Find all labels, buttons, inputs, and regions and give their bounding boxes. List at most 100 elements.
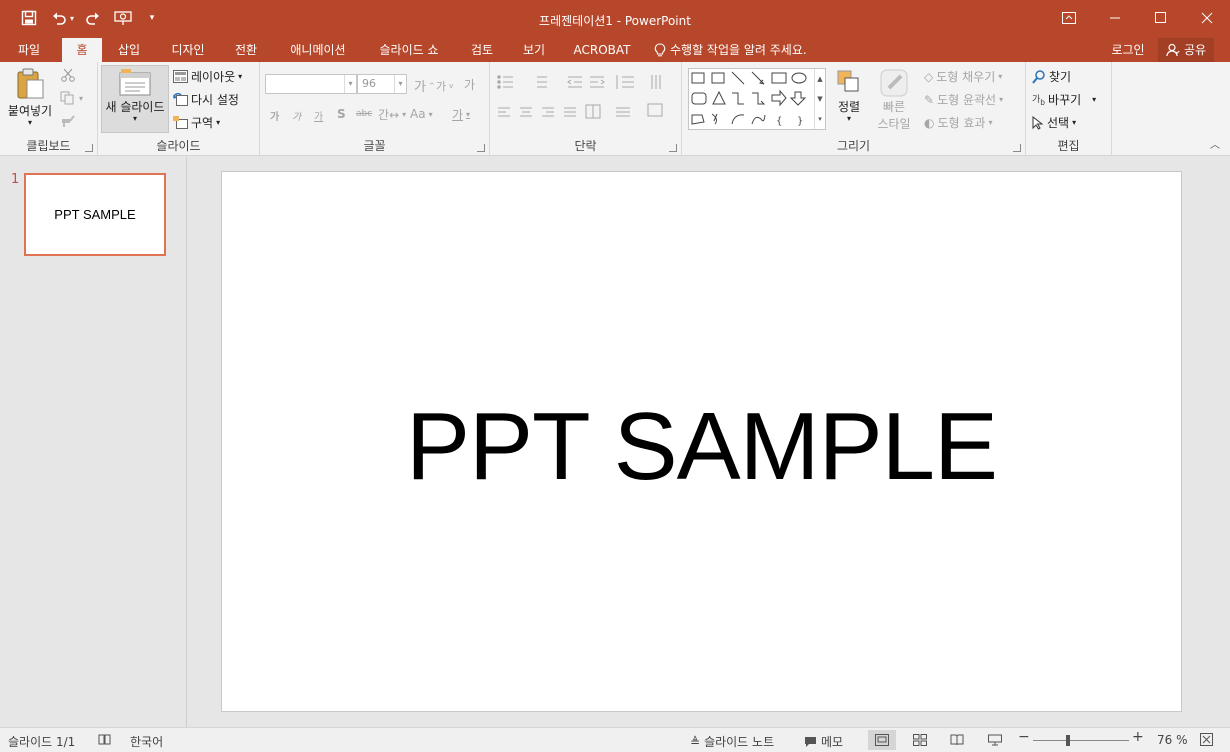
zoom-slider-thumb[interactable] xyxy=(1066,735,1071,746)
tab-home[interactable]: 홈 xyxy=(62,38,102,62)
slide-editor: PPT SAMPLE xyxy=(188,157,1230,727)
increase-font-size-button[interactable]: 가 ^ xyxy=(414,76,435,95)
ribbon-display-options-icon[interactable] xyxy=(1046,0,1092,36)
shape-outline-button[interactable]: ✎ 도형 윤곽선 ▾ xyxy=(924,91,1003,108)
font-size-dropdown-icon[interactable]: ▾ xyxy=(394,75,406,93)
zoom-in-button[interactable]: + xyxy=(1132,729,1144,745)
collapse-ribbon-icon[interactable]: ︿ xyxy=(1210,136,1220,151)
slide-title-text[interactable]: PPT SAMPLE xyxy=(406,392,998,502)
font-name-dropdown-icon[interactable]: ▾ xyxy=(344,75,356,93)
new-slide-button[interactable]: 새 슬라이드 ▾ xyxy=(101,65,169,133)
new-slide-label: 새 슬라이드 xyxy=(105,100,165,114)
layout-icon xyxy=(173,70,188,83)
spell-check-icon[interactable] xyxy=(98,733,112,746)
paragraph-group: 단락 xyxy=(490,62,682,156)
replace-button[interactable]: 가b 바꾸기 ▾ xyxy=(1032,91,1096,108)
drawing-group: { } ▲ ▼ ▾ 정렬 ▾ 빠른 스타일 ◇ 도형 채우기 ▾ ✎ 도형 윤곽선 ▾ ◐ 도… xyxy=(682,62,1026,156)
strikethrough-button[interactable]: abc xyxy=(356,109,372,119)
font-launcher-icon[interactable] xyxy=(477,144,485,152)
change-case-button[interactable]: Aa ▾ xyxy=(410,107,433,121)
tell-me-text: 수행할 작업을 알려 주세요. xyxy=(670,43,807,57)
comments-button[interactable]: 메모 xyxy=(804,733,843,750)
normal-view-icon[interactable] xyxy=(868,730,896,750)
svg-text:{: { xyxy=(776,116,782,127)
clipboard-group: 붙여넣기 ▾ ▾ 클립보드 xyxy=(0,62,98,156)
zoom-slider[interactable] xyxy=(1033,735,1129,746)
font-size-combo[interactable]: 96 ▾ xyxy=(357,74,407,94)
clipboard-launcher-icon[interactable] xyxy=(85,144,93,152)
paste-label: 붙여넣기 xyxy=(7,104,53,118)
paste-button[interactable]: 붙여넣기 ▾ xyxy=(6,66,54,127)
slide-thumbnail[interactable]: PPT SAMPLE xyxy=(24,173,166,256)
paragraph-controls-icon[interactable] xyxy=(496,74,676,132)
reading-view-icon[interactable] xyxy=(943,730,971,750)
layout-label: 레이아웃 xyxy=(191,70,236,84)
slide-sorter-view-icon[interactable] xyxy=(906,730,934,750)
reset-button[interactable]: 다시 설정 xyxy=(173,91,239,108)
slides-group-label: 슬라이드 xyxy=(156,139,201,153)
tab-insert[interactable]: 삽입 xyxy=(108,38,150,62)
notes-button[interactable]: ≜ 슬라이드 노트 xyxy=(690,733,774,750)
tab-file[interactable]: 파일 xyxy=(6,38,52,62)
slide-counter: 슬라이드 1/1 xyxy=(8,735,76,749)
notes-label: 슬라이드 노트 xyxy=(704,735,775,749)
slide-number: 1 xyxy=(11,172,20,187)
shapes-icon: { } xyxy=(691,71,807,127)
font-size-value: 96 xyxy=(362,77,376,90)
drawing-launcher-icon[interactable] xyxy=(1013,144,1021,152)
close-icon[interactable] xyxy=(1184,0,1230,36)
slide-show-view-icon[interactable] xyxy=(981,730,1009,750)
copy-icon xyxy=(60,91,74,105)
sign-in-link[interactable]: 로그인 xyxy=(1104,38,1152,62)
paragraph-launcher-icon[interactable] xyxy=(669,144,677,152)
paste-icon xyxy=(17,68,44,99)
tab-slide-show[interactable]: 슬라이드 쇼 xyxy=(368,38,450,62)
ribbon-tabs: 파일 홈 삽입 디자인 전환 애니메이션 슬라이드 쇼 검토 보기 ACROBA… xyxy=(0,38,1230,62)
language-indicator[interactable]: 한국어 xyxy=(130,733,163,750)
character-spacing-button[interactable]: 간↔ ▾ xyxy=(378,106,406,123)
tab-review[interactable]: 검토 xyxy=(462,38,502,62)
shape-fill-button[interactable]: ◇ 도형 채우기 ▾ xyxy=(924,68,1002,85)
quick-styles-label-2: 스타일 xyxy=(877,117,911,131)
drawing-group-label: 그리기 xyxy=(836,139,871,153)
quick-styles-button[interactable]: 빠른 스타일 xyxy=(870,68,918,132)
fit-to-window-icon[interactable] xyxy=(1200,733,1213,746)
copy-button[interactable]: ▾ xyxy=(60,91,83,105)
share-button[interactable]: 공유 xyxy=(1158,38,1214,62)
font-name-combo[interactable]: ▾ xyxy=(265,74,357,94)
select-button[interactable]: 선택 ▾ xyxy=(1032,114,1076,131)
section-button[interactable]: 구역 ▾ xyxy=(173,114,220,131)
italic-button[interactable]: 가 xyxy=(292,108,301,123)
decrease-font-size-button[interactable]: 가v xyxy=(436,78,453,94)
tab-animations[interactable]: 애니메이션 xyxy=(280,38,356,62)
underline-button[interactable]: 가 xyxy=(314,108,323,123)
shapes-scroll-icon[interactable]: ▲ ▼ ▾ xyxy=(814,69,825,129)
zoom-level[interactable]: 76 % xyxy=(1157,733,1188,747)
ribbon: 붙여넣기 ▾ ▾ 클립보드 새 슬라이드 ▾ 레이아웃 ▾ 다시 설정 구역 ▾… xyxy=(0,62,1230,156)
cut-button[interactable] xyxy=(60,68,76,82)
format-painter-button[interactable] xyxy=(60,114,76,128)
tab-acrobat[interactable]: ACROBAT xyxy=(566,38,638,62)
shapes-gallery[interactable]: { } ▲ ▼ ▾ xyxy=(688,68,826,130)
shape-effects-button[interactable]: ◐ 도형 효과 ▾ xyxy=(924,114,992,131)
minimize-icon[interactable] xyxy=(1092,0,1138,36)
tab-view[interactable]: 보기 xyxy=(514,38,554,62)
slides-group: 새 슬라이드 ▾ 레이아웃 ▾ 다시 설정 구역 ▾ 슬라이드 xyxy=(98,62,260,156)
zoom-out-button[interactable]: − xyxy=(1018,729,1030,745)
layout-button[interactable]: 레이아웃 ▾ xyxy=(173,68,242,85)
tab-transitions[interactable]: 전환 xyxy=(226,38,266,62)
shadow-button[interactable]: S xyxy=(337,107,346,121)
slide-canvas[interactable]: PPT SAMPLE xyxy=(221,171,1182,712)
font-color-button[interactable]: 가 ▾ xyxy=(452,106,470,123)
maximize-icon[interactable] xyxy=(1138,0,1184,36)
tell-me-box[interactable]: 수행할 작업을 알려 주세요. xyxy=(654,38,830,62)
arrange-label: 정렬 xyxy=(837,100,861,114)
lightbulb-icon xyxy=(654,43,666,57)
clear-formatting-icon[interactable]: 가 xyxy=(464,76,475,93)
arrange-button[interactable]: 정렬 ▾ xyxy=(830,68,868,123)
cursor-icon xyxy=(1032,115,1044,130)
paint-bucket-icon: ◇ xyxy=(924,69,934,84)
tab-design[interactable]: 디자인 xyxy=(162,38,214,62)
find-button[interactable]: 찾기 xyxy=(1032,68,1071,85)
bold-button[interactable]: 가 xyxy=(270,108,279,123)
